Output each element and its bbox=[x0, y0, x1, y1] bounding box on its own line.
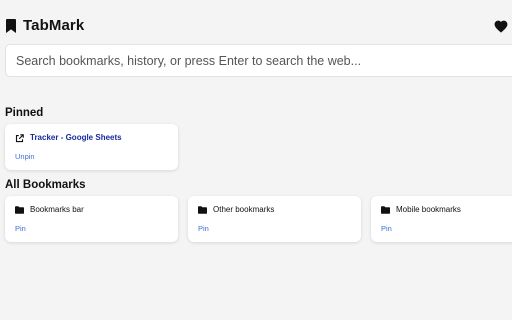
folder-card-row: Bookmarks bar bbox=[15, 205, 84, 215]
search-input[interactable] bbox=[5, 44, 512, 77]
unpin-button[interactable]: Unpin bbox=[15, 152, 35, 161]
folder-name[interactable]: Other bookmarks bbox=[213, 205, 274, 215]
external-link-icon bbox=[15, 133, 24, 142]
folder-icon bbox=[381, 206, 390, 214]
folder-name[interactable]: Mobile bookmarks bbox=[396, 205, 461, 215]
brand: TabMark bbox=[6, 17, 84, 35]
all-bookmarks-heading: All Bookmarks bbox=[5, 179, 86, 191]
folder-icon bbox=[198, 206, 207, 214]
folder-card-mobile-bookmarks[interactable]: Mobile bookmarks Pin bbox=[371, 196, 512, 242]
pinned-heading: Pinned bbox=[5, 107, 44, 119]
folder-icon bbox=[15, 206, 24, 214]
app-title: TabMark bbox=[23, 17, 85, 34]
bookmark-icon bbox=[6, 19, 16, 33]
pin-button[interactable]: Pin bbox=[198, 224, 209, 233]
folder-card-row: Other bookmarks bbox=[198, 205, 274, 215]
folder-card-row: Mobile bookmarks bbox=[381, 205, 461, 215]
folder-card-other-bookmarks[interactable]: Other bookmarks Pin bbox=[188, 196, 361, 242]
folder-card-bookmarks-bar[interactable]: Bookmarks bar Pin bbox=[5, 196, 178, 242]
folder-name[interactable]: Bookmarks bar bbox=[30, 205, 84, 215]
heart-icon[interactable] bbox=[494, 20, 508, 33]
pinned-card[interactable]: Tracker - Google Sheets Unpin bbox=[5, 124, 178, 170]
pin-button[interactable]: Pin bbox=[381, 224, 392, 233]
bookmark-link[interactable]: Tracker - Google Sheets bbox=[30, 133, 122, 143]
header: TabMark bbox=[0, 0, 512, 44]
pinned-card-row: Tracker - Google Sheets bbox=[15, 133, 122, 143]
pin-button[interactable]: Pin bbox=[15, 224, 26, 233]
